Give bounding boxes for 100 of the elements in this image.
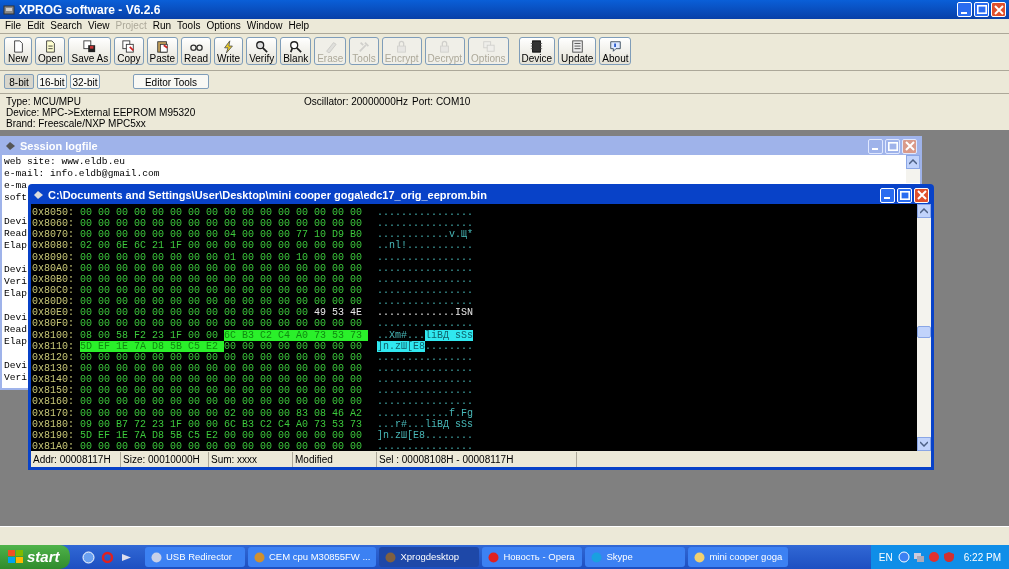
width-button[interactable]: 16-bit bbox=[37, 74, 67, 89]
magnifier-icon bbox=[288, 40, 304, 53]
toolbar-button[interactable]: Verify bbox=[246, 37, 278, 65]
hex-bytes: 08 00 58 F2 23 1F 00 00 bbox=[80, 329, 220, 341]
info-text: Brand: Freescale/NXP MPC5xx bbox=[6, 119, 147, 130]
hex-address: 0x8080: bbox=[32, 240, 75, 252]
hex-address: 0x8180: bbox=[32, 418, 75, 430]
app-icon bbox=[385, 551, 397, 563]
log-line: Veri bbox=[4, 276, 28, 288]
app-icon bbox=[254, 551, 265, 563]
toolbar-button[interactable]: Read bbox=[181, 37, 211, 65]
taskbar-button[interactable]: Xprogdesktop bbox=[379, 547, 480, 567]
editor-tools-button[interactable]: Editor Tools bbox=[133, 74, 209, 89]
clock: 6:22 PM bbox=[963, 550, 1001, 565]
app-icon bbox=[3, 3, 15, 16]
log-line: e-ma bbox=[4, 180, 28, 192]
toolbar-button[interactable]: Blank bbox=[280, 37, 312, 65]
menu-item[interactable]: Tools bbox=[174, 18, 204, 33]
width-button[interactable]: 32-bit bbox=[70, 74, 100, 89]
menu-item[interactable]: Help bbox=[285, 18, 312, 33]
toolbar-button[interactable]: Open bbox=[35, 37, 66, 65]
minimize-icon bbox=[871, 148, 878, 150]
log-line: Read bbox=[4, 228, 28, 240]
menu-item[interactable]: Edit bbox=[24, 18, 48, 33]
taskbar-button[interactable]: USB Redirector bbox=[145, 547, 245, 567]
toolbar-button[interactable]: New bbox=[4, 37, 32, 65]
menu-item[interactable]: Run bbox=[149, 18, 175, 33]
hex-bytes: 09 00 B7 72 23 1F 00 00 6C B3 C2 C4 A0 73 53 73 bbox=[80, 418, 364, 430]
hex-address: 0x80F0: bbox=[32, 318, 75, 330]
ascii-text: ................ bbox=[377, 273, 473, 285]
log-line: web site: www.eldb.eu bbox=[4, 156, 125, 168]
hex-address: 0x8150: bbox=[32, 385, 75, 397]
ascii-text: ................ bbox=[377, 285, 473, 297]
ascii-text: ................ bbox=[377, 396, 473, 408]
hex-bytes: 00 00 00 00 00 00 00 00 00 00 00 00 00 00 00 00 bbox=[80, 362, 364, 375]
hex-bytes: 00 00 00 00 00 00 00 00 02 00 00 00 83 08 46 A2 bbox=[80, 407, 364, 419]
hex-address: 0x80C0: bbox=[32, 285, 75, 297]
scrollbar[interactable] bbox=[906, 155, 920, 183]
ring-icon[interactable] bbox=[101, 550, 114, 564]
toolbar-button[interactable]: Device bbox=[518, 37, 556, 65]
log-line: Elap bbox=[4, 336, 28, 348]
hex-bytes: 00 00 00 00 00 00 00 00 00 00 00 00 00 00 00 00 bbox=[80, 396, 364, 408]
hex-bytes: 00 00 00 00 00 00 00 00 00 00 00 00 00 00 00 00 bbox=[80, 296, 364, 308]
toolbar-button[interactable]: Copy bbox=[114, 37, 144, 65]
log-line: Devi bbox=[4, 312, 28, 324]
scroll-thumb[interactable] bbox=[917, 326, 931, 338]
hex-address: 0x80B0: bbox=[32, 273, 75, 285]
ascii-text: ................ bbox=[377, 207, 473, 219]
close-icon bbox=[993, 4, 1004, 15]
hex-address: 0x8070: bbox=[32, 229, 75, 241]
hex-bytes: 00 00 00 00 00 00 00 00 00 00 00 00 00 00 00 00 bbox=[80, 385, 364, 397]
shield-icon[interactable] bbox=[942, 551, 955, 563]
tray-icon[interactable] bbox=[927, 551, 940, 563]
maximize-icon bbox=[976, 5, 987, 14]
hex-address: 0x8090: bbox=[32, 251, 75, 263]
hex-bytes: 00 00 00 00 00 00 00 00 00 00 00 00 00 bbox=[80, 307, 310, 319]
taskbar-button[interactable]: CEM cpu M30855FW ... bbox=[248, 547, 377, 567]
taskbar-button[interactable]: mini cooper goga bbox=[688, 547, 789, 567]
windows-icon bbox=[480, 40, 496, 53]
taskbar-button[interactable]: Skype bbox=[585, 547, 686, 567]
hex-bytes: 02 00 6E 6C 21 1F 00 00 00 00 00 00 00 00 00 00 bbox=[80, 240, 364, 252]
scrollbar[interactable] bbox=[917, 204, 931, 451]
toolbar-button[interactable]: Write bbox=[214, 37, 244, 65]
info-text: Port: COM10 bbox=[412, 97, 472, 108]
ascii-text: ................ bbox=[377, 262, 473, 274]
hex-bytes: 00 00 00 00 00 00 00 00 bbox=[224, 340, 364, 352]
hex-bytes: 00 00 00 00 00 00 00 00 00 00 00 00 00 00 00 00 bbox=[80, 318, 364, 330]
menu-item[interactable]: Options bbox=[203, 18, 244, 33]
menu-item[interactable]: Search bbox=[47, 18, 86, 33]
hex-address: 0x8120: bbox=[32, 351, 75, 363]
close-icon bbox=[904, 141, 915, 151]
minimize-icon bbox=[960, 11, 967, 14]
app-icon bbox=[488, 551, 500, 563]
hex-address: 0x8190: bbox=[32, 429, 75, 441]
menu-item[interactable]: File bbox=[2, 18, 25, 33]
hex-address: 0x8060: bbox=[32, 218, 75, 230]
tray-icon[interactable] bbox=[897, 551, 910, 563]
magnifier-icon bbox=[254, 40, 270, 53]
floppy-disk-icon bbox=[82, 40, 98, 53]
toolbar-button[interactable]: Update bbox=[558, 37, 597, 65]
ascii-text: ................ bbox=[377, 296, 473, 308]
network-icon[interactable] bbox=[912, 551, 925, 563]
menu-item[interactable]: View bbox=[85, 18, 113, 33]
log-line: Devi bbox=[4, 216, 28, 228]
documents-icon bbox=[121, 40, 137, 53]
close-icon bbox=[916, 190, 927, 200]
hex-address: 0x80E0: bbox=[32, 307, 75, 319]
toolbar-button[interactable]: About bbox=[599, 37, 632, 65]
hex-address: 0x8050: bbox=[32, 207, 75, 219]
log-line: Elap bbox=[4, 288, 28, 300]
hex-address: 0x8140: bbox=[32, 374, 75, 386]
width-button[interactable]: 8-bit bbox=[4, 74, 34, 89]
taskbar-button[interactable]: Новость - Opera bbox=[482, 547, 583, 567]
ascii-text: ............f.Fg bbox=[377, 407, 473, 419]
hex-bytes: 00 00 00 00 00 00 00 00 00 00 00 00 00 00 00 00 bbox=[80, 285, 364, 297]
hex-address: 0x80A0: bbox=[32, 262, 75, 274]
toolbar-button[interactable]: Save As bbox=[68, 37, 112, 65]
toolbar-button[interactable]: Paste bbox=[146, 37, 179, 65]
hex-bytes: 00 00 00 00 00 00 00 00 00 00 00 00 00 00 00 00 bbox=[80, 351, 364, 363]
menu-item[interactable]: Window bbox=[243, 18, 286, 33]
